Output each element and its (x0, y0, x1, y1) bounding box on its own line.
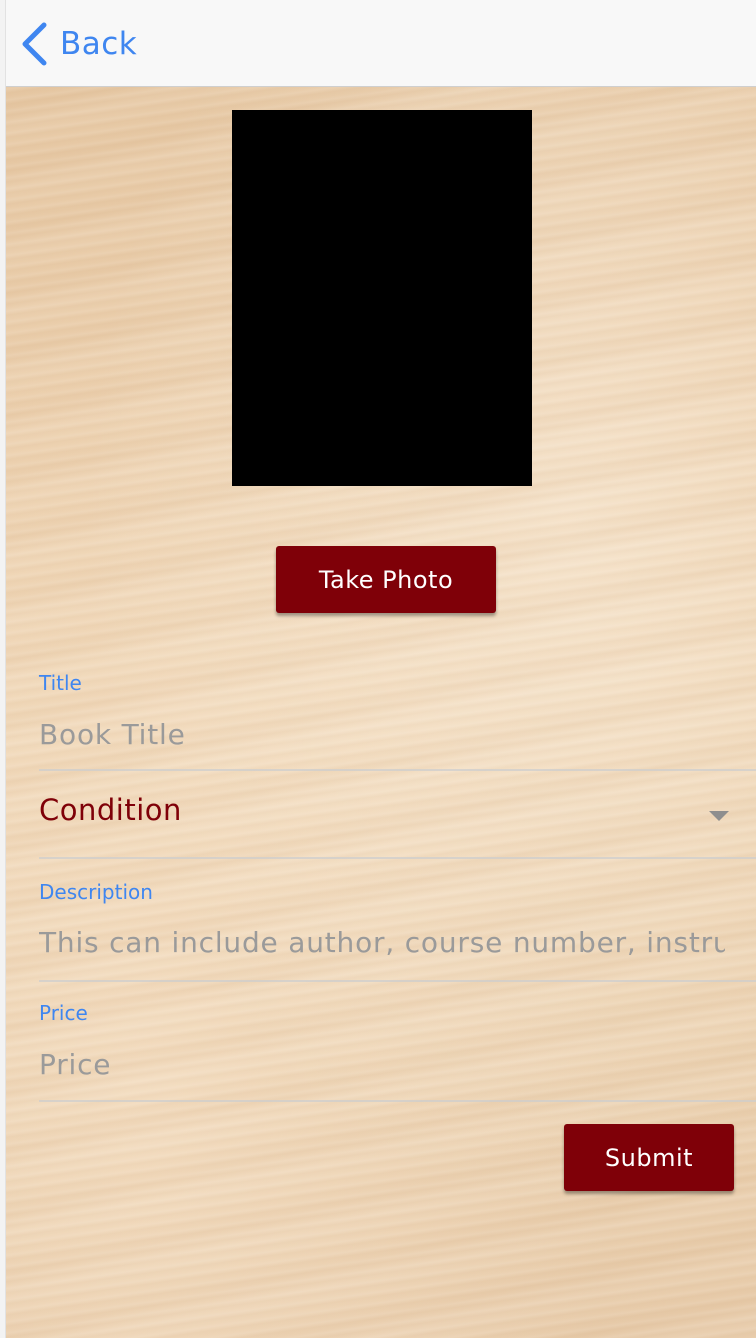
app-screen: Back Take Photo Title Book Title Conditi… (0, 0, 756, 1338)
price-input[interactable]: Price (39, 1048, 725, 1081)
left-edge (0, 0, 6, 1338)
photo-preview (232, 110, 532, 486)
price-label: Price (39, 1001, 88, 1025)
divider (39, 1100, 756, 1102)
divider (39, 980, 756, 982)
chevron-left-icon (20, 22, 48, 66)
navigation-bar: Back (0, 0, 756, 87)
title-label: Title (39, 671, 82, 695)
description-label: Description (39, 880, 153, 904)
condition-select[interactable]: Condition (39, 793, 182, 827)
title-input[interactable]: Book Title (39, 718, 725, 751)
back-label: Back (60, 26, 138, 62)
caret-down-icon[interactable] (709, 811, 729, 821)
back-button[interactable]: Back (20, 20, 137, 68)
divider (39, 769, 756, 771)
divider (39, 857, 756, 859)
take-photo-button[interactable]: Take Photo (276, 546, 496, 613)
submit-button[interactable]: Submit (564, 1124, 734, 1191)
description-input[interactable]: This can include author, course number, … (39, 926, 725, 959)
